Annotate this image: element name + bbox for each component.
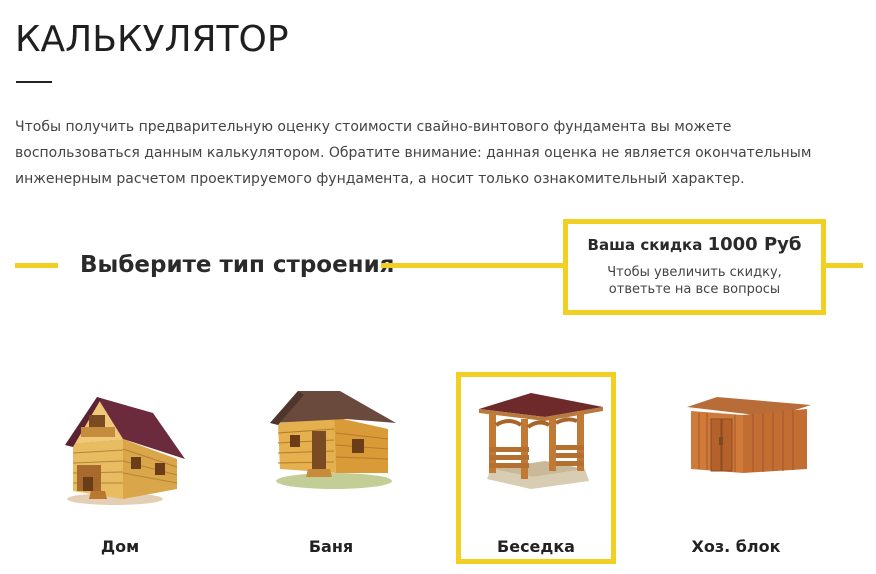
shed-icon — [687, 397, 811, 473]
section-divider-right — [822, 263, 863, 268]
building-option-label: Беседка — [497, 537, 575, 556]
page-title: КАЛЬКУЛЯТОР — [15, 19, 289, 60]
building-option-label: Хоз. блок — [691, 537, 781, 556]
intro-text: Чтобы получить предварительную оценку ст… — [15, 119, 812, 187]
building-option-gazebo[interactable]: Беседка — [456, 372, 616, 564]
discount-amount: 1000 Руб — [707, 234, 802, 255]
discount-note: Чтобы увеличить скидку, ответьте на все … — [568, 264, 821, 298]
section-divider-middle — [381, 263, 564, 268]
building-option-bathhouse[interactable]: Баня — [251, 372, 411, 564]
house-icon — [65, 397, 185, 505]
title-underline — [16, 81, 52, 83]
building-option-shed[interactable]: Хоз. блок — [656, 372, 816, 564]
gazebo-icon — [479, 393, 603, 489]
section-title: Выберите тип строения — [80, 252, 395, 278]
building-option-label: Баня — [308, 537, 354, 556]
discount-label: Ваша скидка — [587, 236, 703, 254]
building-option-label: Дом — [100, 537, 140, 556]
discount-note-line1: Чтобы увеличить скидку, — [607, 265, 782, 280]
discount-heading: Ваша скидка 1000 Руб — [568, 233, 821, 257]
discount-note-line2: ответьте на все вопросы — [608, 282, 781, 297]
bathhouse-icon — [270, 391, 396, 489]
building-option-house[interactable]: Дом — [40, 372, 200, 564]
discount-box: Ваша скидка 1000 Руб Чтобы увеличить ски… — [563, 219, 826, 315]
section-divider-left — [15, 263, 58, 268]
